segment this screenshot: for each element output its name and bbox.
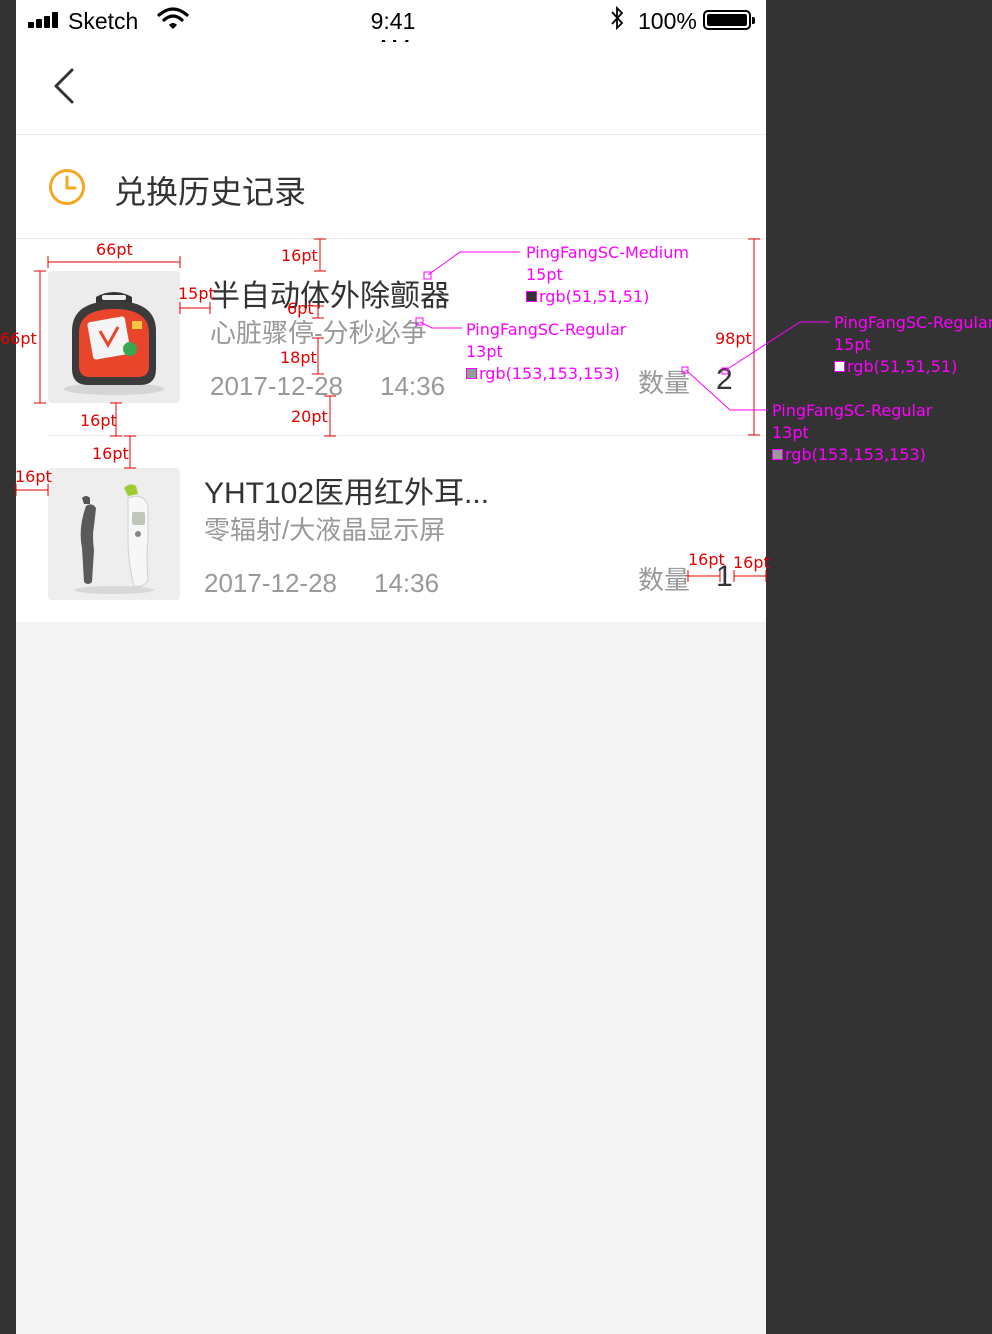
- order-date: 2017-12-28: [204, 568, 337, 598]
- measure-label: 16pt: [733, 553, 770, 572]
- list-item[interactable]: YHT102医用红外耳... 零辐射/大液晶显示屏 2017-12-28 14:…: [16, 436, 766, 632]
- product-name: 半自动体外除颤器: [210, 280, 450, 313]
- wifi-icon: [157, 7, 189, 29]
- font-spec-annotation: PingFangSC-Medium 15pt rgb(51,51,51): [526, 243, 689, 306]
- measure-label: 16pt: [688, 550, 725, 569]
- measure-label: 15pt: [178, 284, 215, 303]
- signal-icon: [28, 12, 62, 28]
- chevron-left-icon[interactable]: [46, 64, 90, 108]
- order-time: 14:36: [380, 371, 446, 401]
- product-name: YHT102医用红外耳...: [204, 477, 490, 510]
- battery-percent: 100%: [638, 8, 697, 34]
- measure-label: 6pt: [287, 299, 314, 318]
- font-spec-annotation: PingFangSC-Regular 15pt rgb(51,51,51): [834, 313, 992, 376]
- carrier-name: Sketch: [68, 8, 139, 34]
- phone-screen: Sketch 9:41 AM 100% 兑换历史记录: [16, 0, 766, 1334]
- nav-bar: [16, 42, 766, 135]
- font-spec-annotation: PingFangSC-Regular 13pt rgb(153,153,153): [772, 401, 933, 464]
- measure-label: 98pt: [715, 329, 752, 348]
- measure-label: 16pt: [15, 467, 52, 486]
- qty-label: 数量: [638, 368, 691, 398]
- product-desc: 心脏骤停-分秒必争: [210, 318, 427, 348]
- clock-icon: [49, 169, 85, 205]
- status-bar: Sketch 9:41 AM 100%: [16, 0, 766, 61]
- product-image-defibrillator: [48, 271, 180, 403]
- measure-label: 16pt: [281, 246, 318, 265]
- battery-icon: [703, 10, 755, 30]
- measure-label: 66pt: [96, 240, 133, 259]
- bluetooth-icon: [611, 5, 624, 31]
- measure-label: 16pt: [80, 411, 117, 430]
- product-image-thermometer: [48, 468, 180, 600]
- measure-label: 16pt: [92, 444, 129, 463]
- page-title: 兑换历史记录: [114, 174, 307, 210]
- font-spec-annotation: PingFangSC-Regular 13pt rgb(153,153,153): [466, 320, 627, 383]
- order-date: 2017-12-28: [210, 371, 343, 401]
- qty-label: 数量: [638, 565, 691, 595]
- measure-label: 66pt: [0, 329, 37, 348]
- qty-value: 2: [716, 363, 733, 396]
- product-desc: 零辐射/大液晶显示屏: [204, 515, 446, 545]
- history-header: 兑换历史记录: [16, 135, 766, 239]
- measure-label: 18pt: [280, 348, 317, 367]
- measure-label: 20pt: [291, 407, 328, 426]
- order-time: 14:36: [374, 568, 440, 598]
